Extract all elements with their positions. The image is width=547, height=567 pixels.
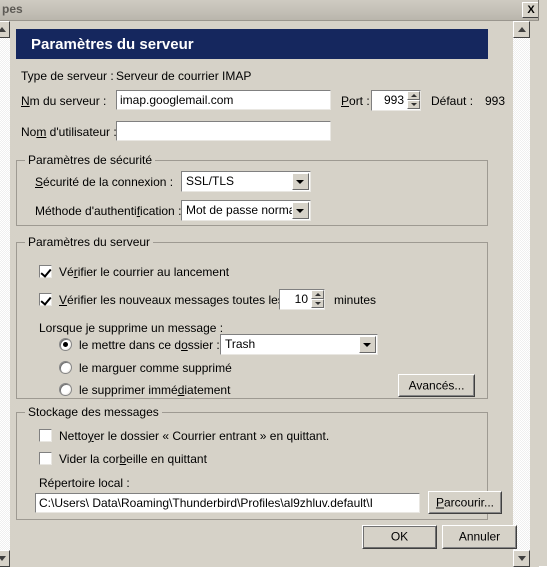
interval-spinner-buttons[interactable] xyxy=(311,290,324,309)
auth-method-select[interactable]: Mot de passe normal xyxy=(181,200,311,221)
page-title: Paramètres du serveur xyxy=(31,36,194,53)
pane-header: Paramètres du serveur xyxy=(16,29,488,59)
check-new-messages-label: Vérifier les nouveaux messages toutes le… xyxy=(59,293,284,307)
ok-button[interactable]: OK xyxy=(362,525,437,549)
advanced-button-label: Avancés... xyxy=(408,378,465,392)
default-port-label: Défaut : xyxy=(431,94,474,108)
server-settings-group: Paramètres du serveur Vérifier le courri… xyxy=(16,235,488,399)
delete-move-to-folder-label: le mettre dans ce dossier : xyxy=(79,338,220,352)
default-port-value: 993 xyxy=(485,94,506,108)
username-label: Nom d'utilisateur : xyxy=(21,125,117,139)
port-decrement-icon[interactable] xyxy=(407,100,420,109)
hostname-input[interactable]: imap.googlemail.com xyxy=(116,90,331,110)
port-spinner-buttons[interactable] xyxy=(407,91,420,110)
connection-security-label: Sécurité de la connexion : xyxy=(35,175,174,189)
interval-decrement-icon[interactable] xyxy=(311,299,324,308)
chevron-down-icon[interactable] xyxy=(359,336,376,353)
check-interval-stepper[interactable]: 10 xyxy=(279,289,325,310)
connection-security-value: SSL/TLS xyxy=(186,174,235,188)
check-new-messages-checkbox[interactable] xyxy=(39,293,52,306)
port-increment-icon[interactable] xyxy=(407,91,420,100)
delete-mark-label: le marguer comme supprimé xyxy=(79,361,232,375)
security-group-caption: Paramètres de sécurité xyxy=(25,153,156,167)
chevron-down-icon[interactable] xyxy=(292,202,309,219)
window-title-text: pes xyxy=(2,2,23,16)
local-directory-input[interactable]: C:\Users\ Data\Roaming\Thunderbird\Profi… xyxy=(35,493,420,513)
check-interval-value[interactable]: 10 xyxy=(280,290,310,309)
scroll-down-arrow-left-icon[interactable] xyxy=(0,550,10,567)
check-mail-at-startup-checkbox[interactable] xyxy=(39,265,52,278)
check-interval-suffix: minutes xyxy=(334,293,377,307)
window-title-bar: pes X xyxy=(0,0,547,20)
trash-folder-select[interactable]: Trash xyxy=(220,334,378,355)
dialog-body: Paramètres du serveur Type de serveur : … xyxy=(0,20,539,567)
security-group: Paramètres de sécurité Sécurité de la co… xyxy=(16,153,488,226)
port-value[interactable]: 993 xyxy=(372,91,406,110)
message-storage-group-caption: Stockage des messages xyxy=(25,405,162,419)
check-mail-at-startup-label: Vérifier le courrier au lancement xyxy=(59,265,230,279)
delete-move-to-folder-radio[interactable] xyxy=(59,338,72,351)
delete-immediately-label: le supprimer immédiatement xyxy=(79,383,231,397)
server-type-value: Serveur de courrier IMAP xyxy=(116,69,252,83)
scroll-up-arrow-left-icon[interactable] xyxy=(0,21,10,38)
interval-increment-icon[interactable] xyxy=(311,290,324,299)
cancel-button[interactable]: Annuler xyxy=(442,525,517,549)
browse-button-label: Parcourir... xyxy=(435,495,495,509)
server-type-label: Type de serveur : xyxy=(21,69,114,83)
cancel-button-label: Annuler xyxy=(458,529,501,544)
delete-immediately-radio[interactable] xyxy=(59,383,72,396)
hostname-label: Nm du serveur : xyxy=(21,94,107,108)
chevron-down-icon[interactable] xyxy=(292,173,309,190)
empty-trash-on-exit-checkbox[interactable] xyxy=(39,452,52,465)
window-right-border xyxy=(538,0,547,566)
right-scrollbar[interactable] xyxy=(512,21,530,567)
scroll-down-arrow-icon[interactable] xyxy=(513,550,530,567)
on-delete-label: Lorsque je supprime un message : xyxy=(39,321,224,335)
empty-trash-on-exit-label: Vider la corbeille en quittant xyxy=(59,452,207,466)
message-storage-group: Stockage des messages Nettoyer le dossie… xyxy=(16,405,502,520)
connection-security-select[interactable]: SSL/TLS xyxy=(181,171,311,192)
advanced-button[interactable]: Avancés... xyxy=(398,374,475,397)
auth-method-value: Mot de passe normal xyxy=(186,203,299,217)
settings-content: Paramètres du serveur Type de serveur : … xyxy=(11,21,505,567)
clean-inbox-on-exit-label: Nettoyer le dossier « Courrier entrant »… xyxy=(59,429,330,443)
server-settings-window: pes X Paramètres du serveur Type de serv… xyxy=(0,0,547,567)
port-stepper[interactable]: 993 xyxy=(371,90,421,111)
browse-button[interactable]: Parcourir... xyxy=(428,491,502,514)
port-label: Port : xyxy=(341,94,370,108)
auth-method-label: Méthode d'authentification : xyxy=(35,204,182,218)
left-scrollbar[interactable] xyxy=(0,21,11,567)
local-directory-label: Répertoire local : xyxy=(39,476,130,490)
clean-inbox-on-exit-checkbox[interactable] xyxy=(39,429,52,442)
username-input[interactable] xyxy=(116,121,331,141)
scroll-up-arrow-icon[interactable] xyxy=(513,21,530,38)
ok-button-label: OK xyxy=(390,529,409,544)
delete-mark-radio[interactable] xyxy=(59,361,72,374)
server-settings-group-caption: Paramètres du serveur xyxy=(25,235,154,249)
trash-folder-value: Trash xyxy=(225,337,256,351)
